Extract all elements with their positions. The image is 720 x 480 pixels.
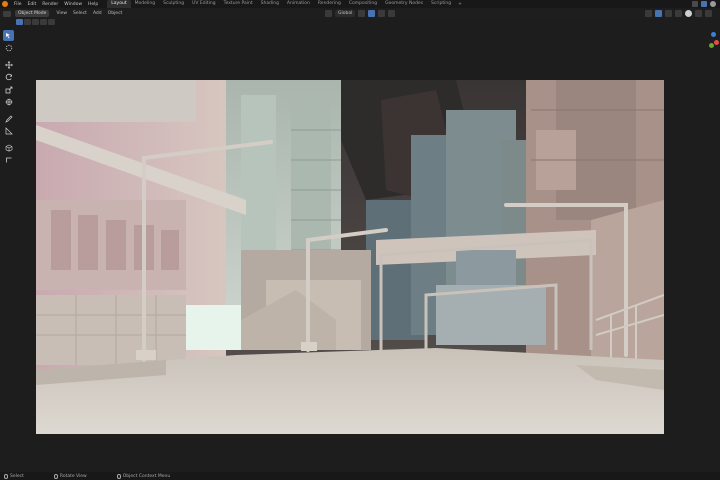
blender-logo-icon[interactable] <box>2 1 8 7</box>
selection-mode-buttons <box>16 19 55 25</box>
top-menu-bar: File Edit Render Window Help Layout Mode… <box>0 0 720 8</box>
menu-edit[interactable]: Edit <box>25 2 40 7</box>
snap-target-icon[interactable] <box>378 10 386 17</box>
gizmo-y-icon[interactable] <box>709 43 714 48</box>
cursor-icon[interactable] <box>3 43 14 54</box>
tab-shading[interactable]: Shading <box>257 0 283 8</box>
menu-render[interactable]: Render <box>39 2 61 7</box>
tab-geometry-nodes[interactable]: Geometry Nodes <box>381 0 427 8</box>
tab-sculpting[interactable]: Sculpting <box>159 0 188 8</box>
select-invert-icon[interactable] <box>40 19 47 25</box>
overlays-icon[interactable] <box>665 10 672 17</box>
material-preview-icon[interactable] <box>695 10 702 17</box>
status-select-label: Select <box>10 473 24 479</box>
transform-orientation-dropdown[interactable]: Global <box>335 10 356 17</box>
mode-dropdown[interactable]: Object Mode <box>15 10 50 17</box>
tab-animation[interactable]: Animation <box>283 0 314 8</box>
select-intersect-icon[interactable] <box>48 19 55 25</box>
tool-shelf <box>3 30 17 167</box>
snap-icon[interactable] <box>368 10 376 17</box>
measure-icon[interactable] <box>3 126 14 137</box>
menu-help[interactable]: Help <box>85 2 101 7</box>
annotate-icon[interactable] <box>3 113 14 124</box>
topbar-right-tools <box>692 1 716 7</box>
viewport-header: Object Mode View Select Add Object Globa… <box>0 9 720 18</box>
scene-icon[interactable] <box>692 1 698 7</box>
navigation-gizmo[interactable] <box>700 28 720 56</box>
status-bar: Select Rotate View Object Context Menu <box>0 472 720 480</box>
gizmo-x-icon[interactable] <box>714 40 719 45</box>
tab-scripting[interactable]: Scripting <box>427 0 455 8</box>
orientation-icon[interactable] <box>325 10 332 17</box>
gizmo-z-icon[interactable] <box>711 32 716 37</box>
select-subtract-icon[interactable] <box>32 19 39 25</box>
status-rotate-view: Rotate View <box>53 473 87 479</box>
rotate-icon[interactable] <box>3 72 14 83</box>
tab-rendering[interactable]: Rendering <box>314 0 345 8</box>
status-select: Select <box>4 473 24 479</box>
menu-select[interactable]: Select <box>70 11 90 16</box>
tab-texture-paint[interactable]: Texture Paint <box>220 0 257 8</box>
editor-type-icon[interactable] <box>3 10 11 17</box>
overlay-icon[interactable] <box>710 1 716 7</box>
xray-icon[interactable] <box>675 10 682 17</box>
menu-file[interactable]: File <box>11 2 25 7</box>
menu-view[interactable]: View <box>53 11 70 16</box>
city-street-render <box>36 80 664 434</box>
viewport-shading-tools <box>645 10 712 17</box>
solid-shading-icon[interactable] <box>685 10 692 17</box>
status-context-label: Object Context Menu <box>122 473 171 479</box>
scale-icon[interactable] <box>3 84 14 95</box>
visibility-icon[interactable] <box>645 10 652 17</box>
right-mouse-icon <box>116 473 121 479</box>
menu-object[interactable]: Object <box>105 11 126 16</box>
move-icon[interactable] <box>3 59 14 70</box>
transform-tools: Global <box>325 10 396 17</box>
middle-mouse-icon <box>53 473 58 479</box>
status-context-menu: Object Context Menu <box>116 473 171 479</box>
select-box-icon[interactable] <box>3 30 14 41</box>
tab-compositing[interactable]: Compositing <box>345 0 381 8</box>
tab-uv-editing[interactable]: UV Editing <box>188 0 219 8</box>
tab-modeling[interactable]: Modeling <box>131 0 159 8</box>
tab-layout[interactable]: Layout <box>107 0 131 8</box>
select-extend-icon[interactable] <box>24 19 31 25</box>
pivot-icon[interactable] <box>358 10 366 17</box>
gizmo-toggle-icon[interactable] <box>655 10 662 17</box>
extra-tool-icon[interactable] <box>3 155 14 166</box>
menu-window[interactable]: Window <box>61 2 85 7</box>
menu-add[interactable]: Add <box>90 11 105 16</box>
rendered-shading-icon[interactable] <box>705 10 712 17</box>
proportional-edit-icon[interactable] <box>388 10 396 17</box>
add-cube-icon[interactable] <box>3 142 14 153</box>
left-mouse-icon <box>4 473 8 479</box>
status-rotate-label: Rotate View <box>59 473 87 479</box>
transform-icon[interactable] <box>3 97 14 108</box>
camera-view[interactable] <box>36 80 664 434</box>
add-workspace-button[interactable]: + <box>455 2 465 7</box>
view-layer-icon[interactable] <box>701 1 707 7</box>
select-new-icon[interactable] <box>16 19 23 25</box>
